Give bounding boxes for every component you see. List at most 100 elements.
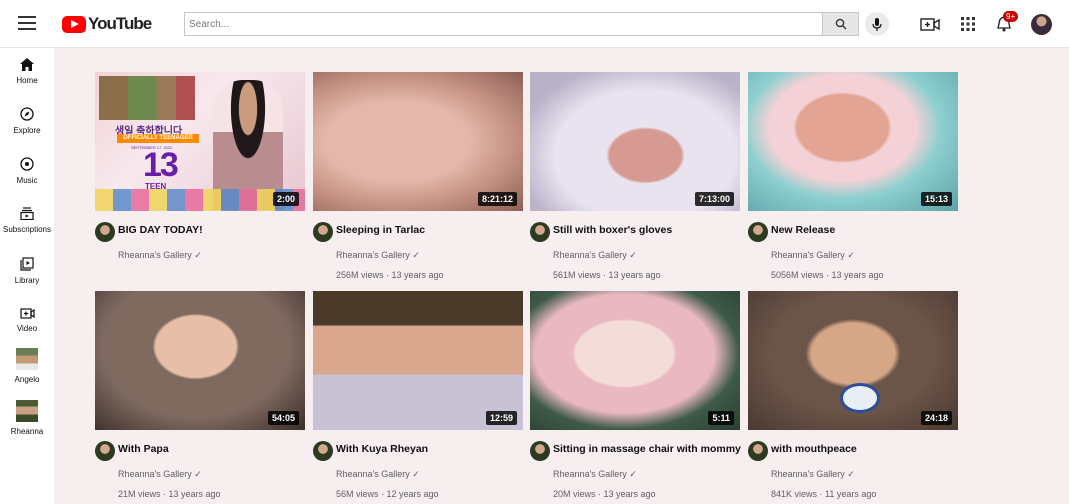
video-duration: 8:21:12 [477,192,517,206]
sidebar-item-label: Video [16,324,38,333]
sidebar-item-subscriptions[interactable]: Subscriptions [0,201,54,247]
channel-avatar[interactable] [95,222,115,242]
channel-name[interactable]: Rheanna's Gallery ✓ [336,250,420,261]
video-card[interactable]: 8:21:12 Sleeping in Tarlac Rheanna's Gal… [313,72,523,287]
sidebar-item-label: Library [14,276,40,285]
video-title[interactable]: BIG DAY TODAY! [118,224,203,236]
video-title[interactable]: With Kuya Rheyan [336,443,428,455]
subscriptions-icon [20,207,34,220]
video-title[interactable]: With Papa [118,443,169,455]
channel-name[interactable]: Rheanna's Gallery ✓ [771,469,855,480]
video-duration: 2:00 [272,192,299,206]
sidebar-item-angelo[interactable]: Angelo [0,348,54,394]
video-meta: 561M views13 years ago [553,270,661,280]
channel-avatar[interactable] [748,441,768,461]
sidebar-item-label: Music [16,176,38,185]
video-thumbnail[interactable]: 24:18 [748,291,958,430]
video-card[interactable]: 12:59 With Kuya Rheyan Rheanna's Gallery… [313,291,523,504]
video-thumbnail[interactable]: 12:59 [313,291,523,430]
video-duration: 5:11 [708,411,734,425]
video-card[interactable]: 7:13:00 Still with boxer's gloves Rheann… [530,72,740,287]
video-title[interactable]: with mouthpeace [771,443,857,455]
video-duration: 15:13 [920,192,952,206]
library-icon [20,257,34,271]
sidebar-item-library[interactable]: Library [0,251,54,297]
upload-age: 13 years ago [161,489,221,499]
avatar [16,348,38,370]
microphone-icon [872,17,882,31]
video-upload-icon [19,308,35,319]
channel-name[interactable]: Rheanna's Gallery ✓ [118,250,202,261]
account-avatar[interactable] [1031,14,1052,35]
video-card[interactable]: 생일 축하합니다 OFFICIALLY TEENAGER SEPTEMBER 1… [95,72,305,287]
video-title[interactable]: Still with boxer's gloves [553,224,672,236]
compass-icon [20,107,34,121]
home-icon [20,58,34,71]
logo-text: YouTube [88,14,152,33]
channel-name[interactable]: Rheanna's Gallery ✓ [336,469,420,480]
channel-name[interactable]: Rheanna's Gallery ✓ [771,250,855,261]
sidebar-item-video[interactable]: Video [0,301,54,347]
sidebar-item-rheanna[interactable]: Rheanna [0,400,54,446]
view-count: 561M views [553,270,601,280]
sidebar-item-music[interactable]: Music [0,151,54,197]
video-thumbnail[interactable]: 15:13 [748,72,958,211]
create-video-button[interactable] [919,14,941,34]
upload-age: 13 years ago [384,270,444,280]
search-button[interactable] [822,12,859,36]
view-count: 5056M views [771,270,824,280]
video-meta: 5056M views13 years ago [771,270,884,280]
channel-avatar[interactable] [313,222,333,242]
view-count: 841K views [771,489,818,499]
video-meta: 20M views13 years ago [553,489,656,499]
menu-icon[interactable] [18,16,36,30]
channel-name[interactable]: Rheanna's Gallery ✓ [118,469,202,480]
video-thumbnail[interactable]: 54:05 [95,291,305,430]
video-duration: 54:05 [267,411,299,425]
channel-avatar[interactable] [95,441,115,461]
thumbnail-pacifier [840,383,880,413]
sidebar-item-explore[interactable]: Explore [0,101,54,147]
channel-avatar[interactable] [313,441,333,461]
video-thumbnail[interactable]: 7:13:00 [530,72,740,211]
video-meta: 841K views11 years ago [771,489,876,499]
notification-badge: 9+ [1003,11,1019,22]
upload-age: 11 years ago [817,489,876,499]
video-title[interactable]: Sleeping in Tarlac [336,224,425,236]
video-card[interactable]: 24:18 with mouthpeace Rheanna's Gallery … [748,291,958,504]
video-duration: 12:59 [485,411,517,425]
video-camera-plus-icon [920,18,940,31]
top-header: YouTube 9+ [0,0,1069,48]
video-title[interactable]: Sitting in massage chair with mommy [553,443,741,455]
video-thumbnail[interactable]: 8:21:12 [313,72,523,211]
upload-age: 13 years ago [824,270,884,280]
channel-name[interactable]: Rheanna's Gallery ✓ [553,469,637,480]
upload-age: 13 years ago [601,270,661,280]
video-card[interactable]: 15:13 New Release Rheanna's Gallery ✓ 50… [748,72,958,287]
voice-search-button[interactable] [865,12,889,36]
search-input[interactable] [184,12,822,36]
apps-grid-button[interactable] [957,14,979,34]
sidebar-item-label: Rheanna [10,427,44,436]
sidebar-item-label: Angelo [14,375,40,384]
video-meta: 56M views12 years ago [336,489,439,499]
channel-avatar[interactable] [748,222,768,242]
channel-avatar[interactable] [530,441,550,461]
video-thumbnail[interactable]: 생일 축하합니다 OFFICIALLY TEENAGER SEPTEMBER 1… [95,72,305,211]
music-disc-icon [20,157,34,171]
video-meta: 21M views13 years ago [118,489,221,499]
apps-grid-icon [961,17,975,31]
youtube-logo[interactable]: YouTube [62,14,152,34]
video-thumbnail[interactable]: 5:11 [530,291,740,430]
view-count: 56M views [336,489,379,499]
channel-name[interactable]: Rheanna's Gallery ✓ [553,250,637,261]
sidebar-item-home[interactable]: Home [0,52,54,98]
video-duration: 7:13:00 [694,192,734,206]
channel-avatar[interactable] [530,222,550,242]
view-count: 21M views [118,489,161,499]
video-title[interactable]: New Release [771,224,835,236]
thumbnail-collage [99,76,195,120]
avatar [16,400,38,422]
video-card[interactable]: 5:11 Sitting in massage chair with mommy… [530,291,741,504]
video-card[interactable]: 54:05 With Papa Rheanna's Gallery ✓ 21M … [95,291,305,504]
